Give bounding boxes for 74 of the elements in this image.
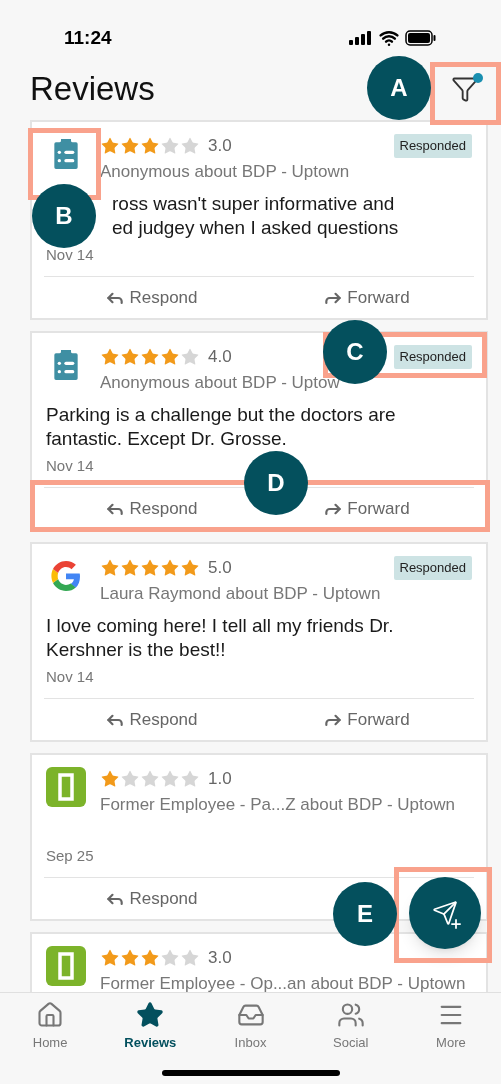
star-icon xyxy=(180,136,200,156)
people-icon xyxy=(336,1001,365,1029)
star-icon xyxy=(120,558,140,578)
home-icon xyxy=(36,1001,65,1029)
tab-bar-item[interactable]: Inbox xyxy=(200,1001,301,1053)
star-icon xyxy=(120,347,140,367)
star-icon xyxy=(120,136,140,156)
battery-icon xyxy=(405,30,437,46)
callout-marker: A xyxy=(367,56,431,120)
review-text: fantastic. Except Dr. Grosse. xyxy=(46,427,288,451)
star-icon xyxy=(120,948,140,968)
star-icon xyxy=(180,948,200,968)
star-icon xyxy=(160,769,180,789)
respond-button[interactable]: Respond xyxy=(105,284,198,311)
review-date: Nov 14 xyxy=(46,246,94,263)
star-icon xyxy=(160,558,180,578)
signal-icon xyxy=(349,31,373,45)
tab-bar-item[interactable]: Social xyxy=(300,1001,401,1053)
review-text: ross wasn't super informative and xyxy=(112,192,396,216)
respond-button[interactable]: Respond xyxy=(105,495,198,522)
rating-value: 3.0 xyxy=(208,947,232,970)
paper-plane-icon xyxy=(432,900,458,926)
respond-button[interactable]: Respond xyxy=(105,706,198,733)
plus-icon xyxy=(449,917,463,931)
star-icon xyxy=(140,948,160,968)
star-icon xyxy=(180,558,200,578)
status-badge: Responded xyxy=(393,134,472,158)
star-icon xyxy=(180,347,200,367)
star-icon xyxy=(140,558,160,578)
door-logo-icon xyxy=(46,767,86,807)
highlight-frame xyxy=(430,62,501,125)
rating-value: 5.0 xyxy=(208,557,232,580)
review-text: Kershner is the best!! xyxy=(46,638,227,662)
rating-value: 3.0 xyxy=(208,135,232,158)
star-icon xyxy=(140,136,160,156)
star-icon xyxy=(120,769,140,789)
star-icon xyxy=(160,136,180,156)
star-icon xyxy=(136,1001,165,1029)
forward-button[interactable]: Forward xyxy=(323,706,410,733)
star-icon xyxy=(140,347,160,367)
tab-bar-item[interactable]: More xyxy=(400,1001,501,1053)
tab-bar-item[interactable]: Reviews xyxy=(100,1001,201,1053)
review-author: Anonymous about BDP - Uptown xyxy=(100,161,351,183)
status-time: 11:24 xyxy=(64,25,112,50)
review-author: Anonymous about BDP - Uptow xyxy=(100,372,341,394)
review-text: ed judgey when I asked questions xyxy=(112,216,400,240)
rating-value: 1.0 xyxy=(208,768,232,791)
star-icon xyxy=(100,347,120,367)
star-icon xyxy=(100,558,120,578)
star-icon xyxy=(100,948,120,968)
status-badge: Responded xyxy=(393,345,472,369)
review-date: Nov 14 xyxy=(46,668,94,685)
star-icon xyxy=(140,769,160,789)
door-logo-icon xyxy=(46,946,86,986)
review-text: Parking is a challenge but the doctors are xyxy=(46,403,397,427)
status-badge: Responded xyxy=(393,556,472,580)
page-title: Reviews xyxy=(30,69,155,110)
tab-bar-item[interactable]: Home xyxy=(0,1001,101,1053)
star-icon xyxy=(160,948,180,968)
review-date: Sep 25 xyxy=(46,847,94,864)
review-date: Nov 14 xyxy=(46,457,94,474)
wifi-icon xyxy=(379,28,399,48)
star-icon xyxy=(160,347,180,367)
review-author: Former Employee - Op...an about BDP - Uptown xyxy=(100,973,467,992)
star-icon xyxy=(180,769,200,789)
forward-button[interactable]: Forward xyxy=(323,284,410,311)
forward-button[interactable]: Forward xyxy=(323,495,410,522)
review-author: Laura Raymond about BDP - Uptown xyxy=(100,583,382,605)
star-icon xyxy=(100,136,120,156)
star-icon xyxy=(100,769,120,789)
respond-button[interactable]: Respond xyxy=(105,885,198,912)
review-author: Former Employee - Pa...Z about BDP - Uptown xyxy=(100,794,456,816)
review-text: I love coming here! I tell all my friends Dr. xyxy=(46,614,395,638)
rating-value: 4.0 xyxy=(208,346,232,369)
